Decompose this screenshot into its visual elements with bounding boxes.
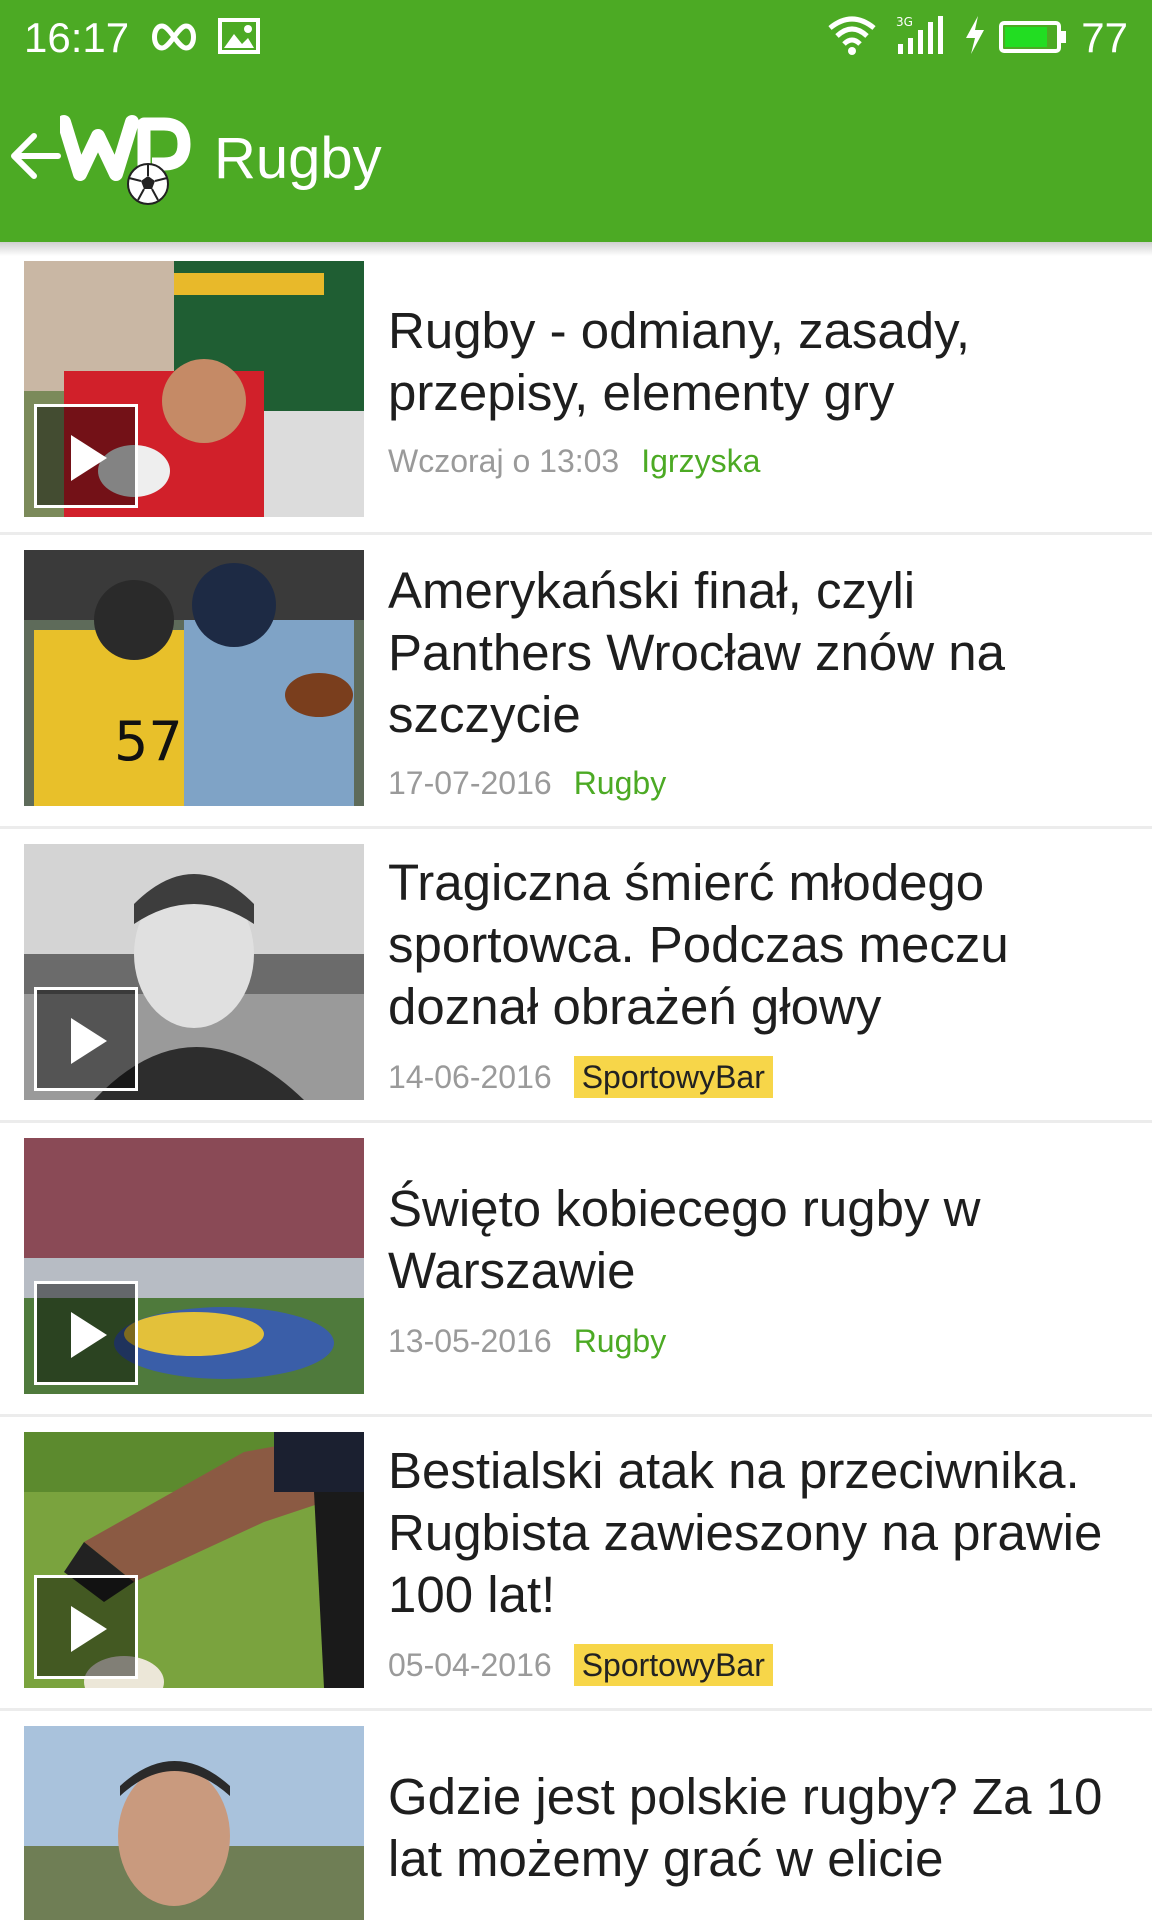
article-thumbnail[interactable] [24,261,364,517]
article-meta: 14-06-2016 SportowyBar [388,1056,773,1098]
article-title[interactable]: Rugby - odmiany, zasady, przepisy, eleme… [388,300,1128,424]
divider [0,1414,1152,1417]
article-title[interactable]: Tragiczna śmierć młodego sportowca. Podc… [388,852,1128,1038]
article-meta: 17-07-2016 Rugby [388,762,666,804]
article-meta: 05-04-2016 SportowyBar [388,1644,773,1686]
wifi-icon [828,16,876,55]
article-thumbnail[interactable] [24,1432,364,1688]
article-date: Wczoraj o 13:03 [388,443,620,479]
category-tag[interactable]: Igrzyska [641,440,760,482]
article-date: 14-06-2016 [388,1059,552,1095]
cellular-signal-icon: 3G [896,15,943,54]
player-portrait-photo [24,1726,364,1920]
app-header: 16:17 3G 77 Rugby [0,0,1152,242]
toolbar-title: Rugby [214,126,382,191]
battery-level: 77 [1081,14,1128,61]
category-tag[interactable]: Rugby [574,1320,667,1362]
infinity-icon [152,23,196,51]
play-icon [71,1606,107,1652]
article-title[interactable]: Bestialski atak na przeciwnika. Rugbista… [388,1440,1128,1626]
category-tag[interactable]: SportowyBar [573,1056,773,1098]
play-icon [71,1312,107,1358]
back-arrow-icon[interactable] [8,126,64,186]
play-icon [71,1018,107,1064]
article-thumbnail[interactable] [24,844,364,1100]
american-football-photo: 57 [24,550,364,806]
article-thumbnail[interactable] [24,1726,364,1920]
article-date: 05-04-2016 [388,1647,552,1683]
play-video-button[interactable] [34,1281,138,1385]
article-title[interactable]: Święto kobiecego rugby w Warszawie [388,1178,1128,1302]
battery-icon [999,21,1066,53]
divider [0,532,1152,535]
divider [0,1120,1152,1123]
toolbar: Rugby [0,76,1152,242]
article-meta: 13-05-2016 Rugby [388,1320,666,1362]
status-time: 16:17 [24,14,130,61]
category-tag[interactable]: Rugby [574,762,667,804]
play-video-button[interactable] [34,404,138,508]
category-tag[interactable]: SportowyBar [573,1644,773,1686]
status-bar: 16:17 3G 77 [0,0,1152,76]
header-shadow [0,242,1152,256]
article-meta: Wczoraj o 13:03 Igrzyska [388,440,760,482]
article-title[interactable]: Amerykański finał, czyli Panthers Wrocła… [388,560,1128,746]
play-icon [71,435,107,481]
article-title[interactable]: Gdzie jest polskie rugby? Za 10 lat może… [388,1766,1128,1890]
article-thumbnail[interactable]: 57 [24,550,364,806]
divider [0,1708,1152,1711]
divider [0,826,1152,829]
wp-sport-logo[interactable] [60,112,192,208]
article-date: 13-05-2016 [388,1323,552,1359]
network-type-label: 3G [896,15,913,29]
article-date: 17-07-2016 [388,765,552,801]
article-thumbnail[interactable] [24,1138,364,1394]
play-video-button[interactable] [34,987,138,1091]
gallery-icon [218,18,260,54]
charging-bolt-icon [966,16,984,54]
play-video-button[interactable] [34,1575,138,1679]
svg-text:57: 57 [114,710,183,773]
